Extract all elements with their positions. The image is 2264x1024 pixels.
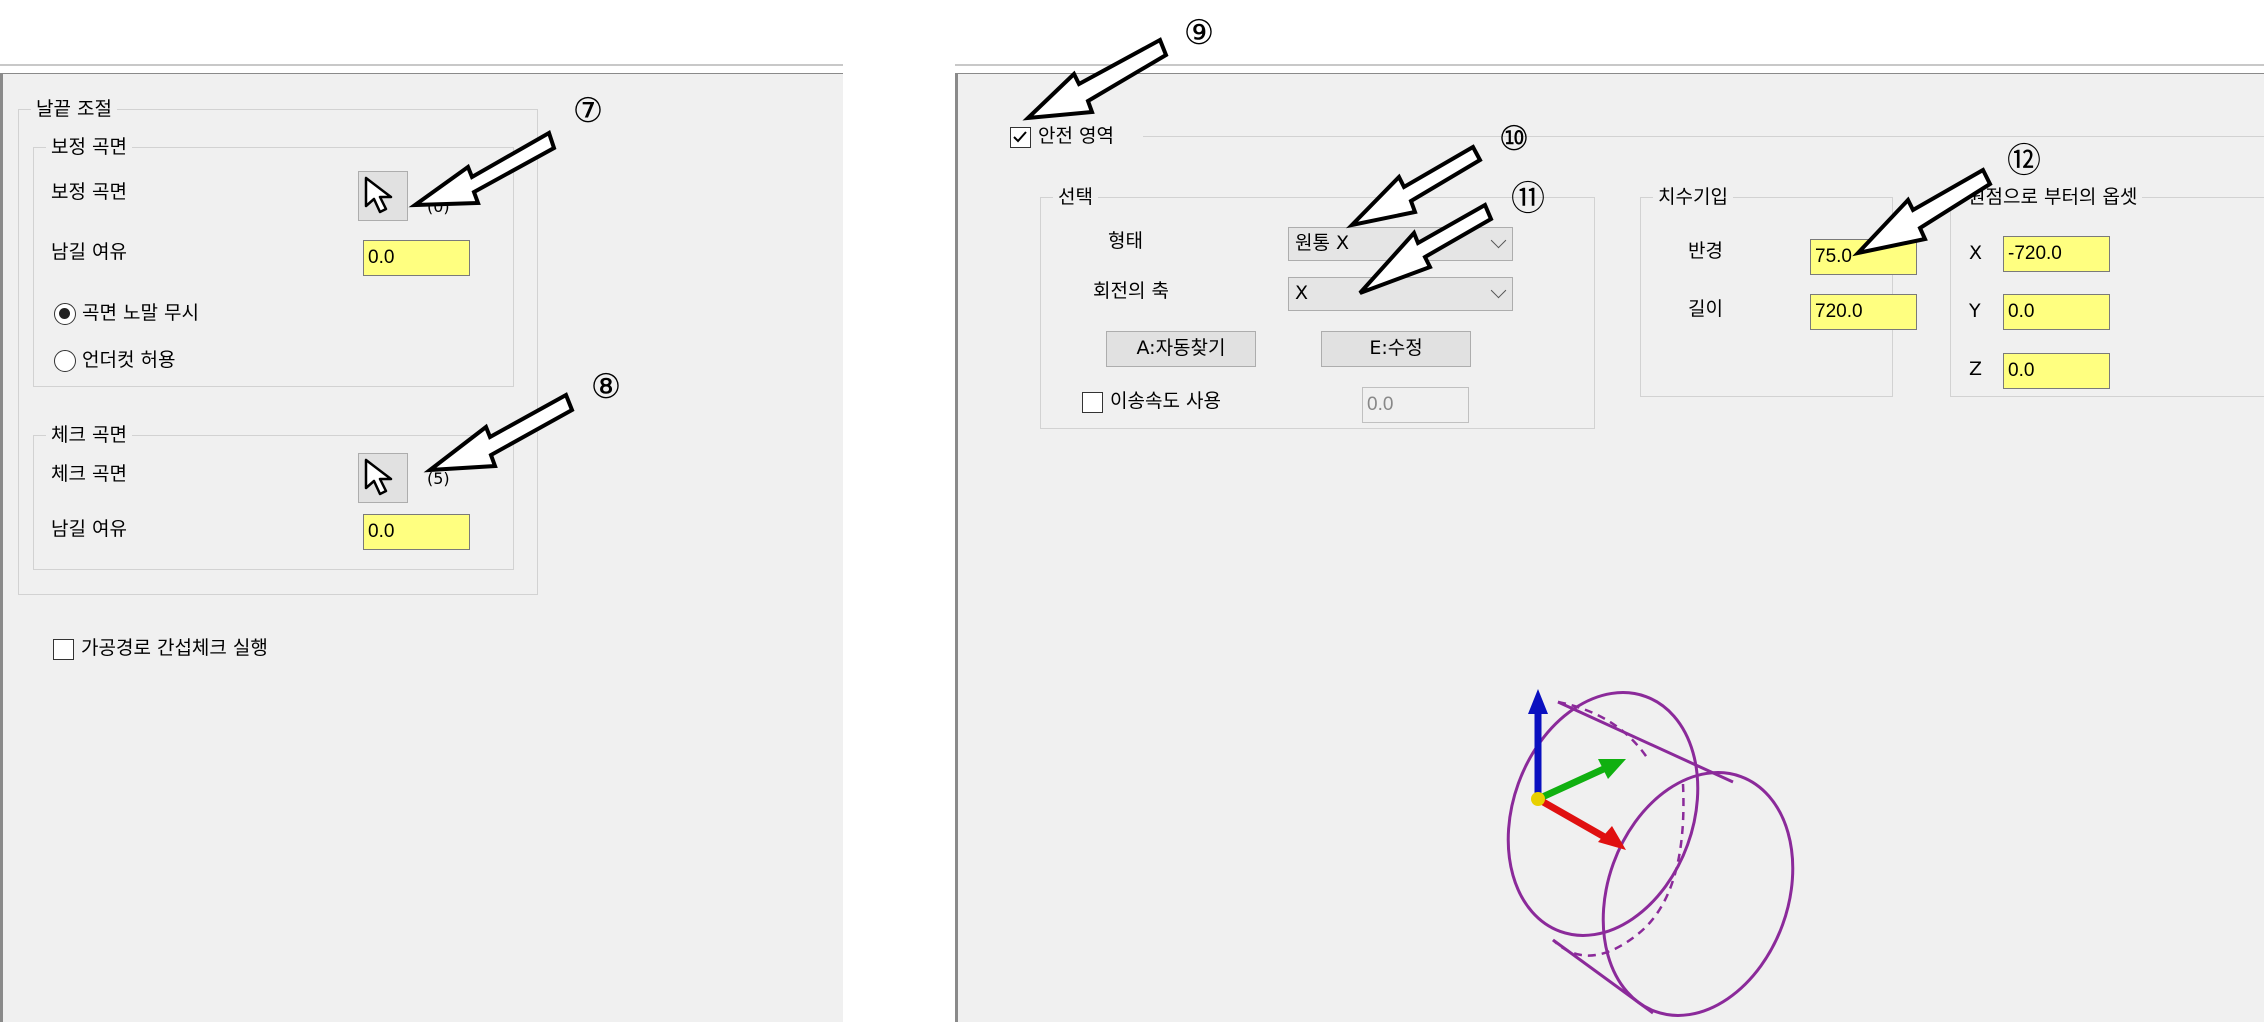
callout-arrow-9: [1022, 37, 1169, 121]
callout-number-11: ⑪: [1511, 179, 1545, 219]
callout-number-7: ⑦: [572, 91, 604, 131]
callout-arrow-10: [1345, 144, 1483, 229]
callout-number-10: ⑩: [1498, 119, 1530, 159]
callout-arrow-7: [408, 130, 557, 208]
annotation-arrows: [408, 37, 1993, 473]
callout-arrow-8: [423, 392, 575, 473]
callout-number-12: ⑫: [2007, 141, 2041, 181]
callout-arrow-12: [1852, 167, 1993, 257]
callout-number-8: ⑧: [590, 367, 622, 407]
callout-number-9: ⑨: [1183, 13, 1215, 53]
